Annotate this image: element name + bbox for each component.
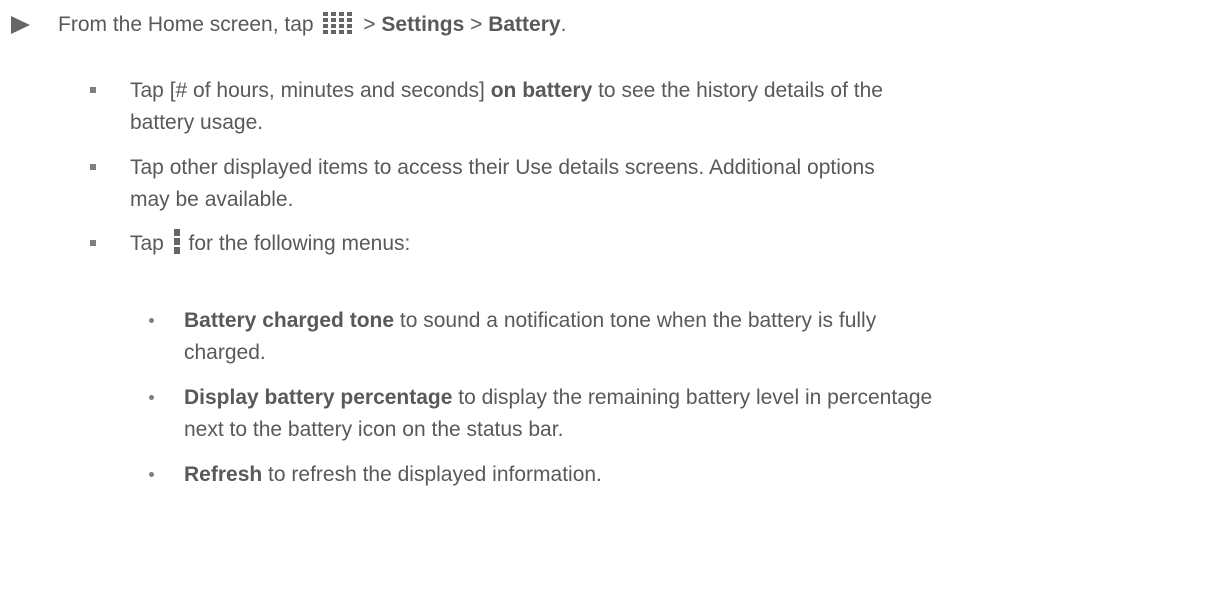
bullet-text: for the following menus: (188, 232, 411, 255)
menu-overflow-icon (173, 228, 181, 263)
bullet-text: to see the history details of the (598, 79, 883, 102)
apps-grid-icon (322, 11, 354, 44)
square-bullet-icon (90, 87, 96, 93)
subitem-text: to display the remaining battery level i… (458, 386, 933, 409)
subitem-text-cont: charged. (184, 341, 266, 364)
separator: > (470, 13, 483, 36)
step-arrow-icon (11, 16, 30, 34)
round-bullet-icon (149, 318, 154, 323)
bullet-menus: Tap for the following menus: (130, 228, 410, 263)
subitem-title: Refresh (184, 463, 263, 486)
subitem-display-battery-percentage: Display battery percentage to display th… (184, 382, 932, 413)
separator: > (363, 13, 376, 36)
step-instruction: From the Home screen, tap > Settings > B… (58, 9, 566, 44)
round-bullet-icon (149, 472, 154, 477)
on-battery-label: on battery (490, 79, 593, 102)
bullet-other-items-cont: may be available. (130, 188, 294, 211)
subitem-text: to sound a notification tone when the ba… (399, 309, 877, 332)
bullet-text: Tap (130, 232, 164, 255)
subitem-title: Display battery percentage (184, 386, 453, 409)
bullet-on-battery: Tap [# of hours, minutes and seconds] on… (130, 75, 883, 106)
subitem-battery-charged-tone: Battery charged tone to sound a notifica… (184, 305, 876, 336)
square-bullet-icon (90, 164, 96, 170)
battery-label: Battery (488, 13, 561, 36)
round-bullet-icon (149, 395, 154, 400)
settings-label: Settings (381, 13, 465, 36)
bullet-text: Tap [# of hours, minutes and seconds] (130, 79, 485, 102)
bullet-other-items: Tap other displayed items to access thei… (130, 156, 875, 179)
subitem-refresh: Refresh to refresh the displayed informa… (184, 459, 602, 490)
subitem-text: to refresh the displayed information. (268, 463, 602, 486)
step-prefix: From the Home screen, tap (58, 13, 314, 36)
subitem-title: Battery charged tone (184, 309, 395, 332)
subitem-text-cont: next to the battery icon on the status b… (184, 418, 564, 441)
bullet-on-battery-cont: battery usage. (130, 111, 264, 134)
step-period: . (560, 13, 567, 36)
square-bullet-icon (90, 240, 96, 246)
